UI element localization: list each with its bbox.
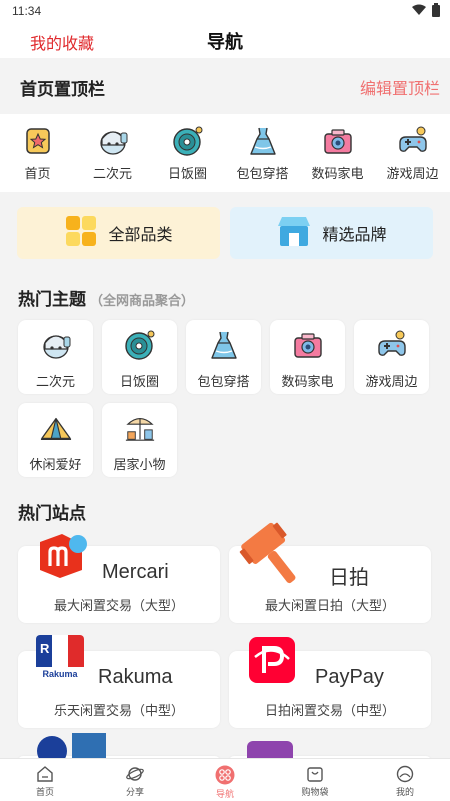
dress-icon	[208, 329, 240, 361]
pinned-item-bags-outfits[interactable]: 包包穿搭	[225, 114, 300, 192]
storefront-icon	[276, 214, 312, 253]
pinned-item-label: 包包穿搭	[236, 166, 289, 181]
pinned-item-label: 日饭圈	[167, 166, 207, 181]
topic-card-label: 游戏周边	[365, 374, 418, 389]
tab-profile[interactable]: 我的	[360, 759, 450, 801]
featured-brands-button[interactable]: 精选品牌	[230, 207, 433, 259]
paypay-logo	[249, 637, 295, 688]
topic-card-games[interactable]: 游戏周边	[354, 320, 429, 394]
topic-card-leisure[interactable]: 休闲爱好	[18, 403, 93, 477]
auction-hammer-logo	[235, 520, 311, 597]
site-desc: 日拍闲置交易（中型）	[264, 703, 395, 718]
home-tab-icon	[37, 766, 53, 782]
status-bar: 11:34	[0, 0, 450, 22]
topic-card-label: 居家小物	[113, 457, 166, 472]
tab-label: 首页	[35, 787, 54, 797]
tab-label: 我的	[395, 787, 414, 797]
status-icons	[412, 3, 440, 17]
site-desc: 最大闲置日拍（大型）	[264, 598, 395, 613]
tab-label: 导航	[215, 789, 234, 799]
record-disc-icon	[124, 329, 156, 361]
nav-grid-icon	[215, 765, 235, 785]
site-desc: 最大闲置交易（大型）	[53, 598, 184, 613]
hot-topics-subtitle: （全网商品聚合）	[90, 293, 195, 308]
pinned-item-games[interactable]: 游戏周边	[375, 114, 450, 192]
site-name: PayPay	[315, 666, 384, 688]
topic-card-digital[interactable]: 数码家电	[270, 320, 345, 394]
pinned-item-digital[interactable]: 数码家电	[300, 114, 375, 192]
tab-label: 购物袋	[301, 787, 329, 797]
topic-card-bags-outfits[interactable]: 包包穿搭	[186, 320, 261, 394]
share-planet-icon	[126, 767, 144, 781]
pinned-item-label: 数码家电	[311, 166, 364, 181]
pinned-section-header: 首页置顶栏 编辑置顶栏	[0, 58, 450, 114]
wifi-icon	[412, 4, 426, 15]
topic-card-label: 二次元	[35, 374, 75, 389]
pinned-item-fan-circle[interactable]: 日饭圈	[150, 114, 225, 192]
category-buttons: 全部品类 精选品牌	[17, 207, 433, 259]
gamepad-icon	[376, 329, 408, 361]
all-categories-label: 全部品类	[108, 227, 173, 244]
hot-sites-title: 热门站点	[18, 504, 86, 523]
site-name: Rakuma	[98, 666, 173, 688]
my-favorites-link[interactable]: 我的收藏	[30, 30, 94, 54]
hot-topics-title-text: 热门主题	[18, 290, 86, 309]
anime-girl-icon	[97, 125, 129, 157]
pinned-section-title: 首页置顶栏	[20, 80, 105, 99]
pinned-item-label: 游戏周边	[386, 166, 439, 181]
site-name: 日拍	[329, 567, 369, 589]
edit-pinned-button[interactable]: 编辑置顶栏	[360, 75, 440, 99]
bottom-tab-bar: 首页 分享 导航 购物袋 我的	[0, 758, 450, 801]
tab-shopping-bag[interactable]: 购物袋	[270, 759, 360, 801]
rakuma-logo-text: Rakuma	[42, 669, 78, 679]
camera-icon	[292, 329, 324, 361]
top-header: 我的收藏 导航	[0, 22, 450, 58]
rakuma-logo: R Rakuma	[36, 635, 84, 685]
shopping-bag-icon	[307, 767, 323, 782]
pinned-item-label: 首页	[24, 166, 51, 181]
topic-card-label: 包包穿搭	[197, 374, 250, 389]
dress-icon	[247, 125, 279, 157]
tab-navigation[interactable]: 导航	[180, 759, 270, 801]
battery-icon	[432, 3, 440, 17]
status-time: 11:34	[12, 4, 42, 18]
site-card-rakuma[interactable]: R Rakuma Rakuma 乐天闲置交易（中型）	[18, 635, 220, 728]
record-disc-icon	[172, 125, 204, 157]
mercari-logo	[36, 532, 88, 585]
profile-icon	[396, 765, 414, 783]
anime-girl-icon	[40, 329, 72, 361]
hot-topics-title: 热门主题 （全网商品聚合）	[18, 285, 194, 310]
grid-blocks-icon	[64, 214, 98, 253]
pinned-item-anime[interactable]: 二次元	[75, 114, 150, 192]
rakuma-logo-letter: R	[40, 641, 50, 656]
site-card-paypay[interactable]: PayPay 日拍闲置交易（中型）	[229, 637, 431, 728]
site-desc: 乐天闲置交易（中型）	[53, 703, 184, 718]
topic-card-label: 休闲爱好	[29, 457, 82, 472]
featured-brands-label: 精选品牌	[322, 227, 387, 244]
pinned-item-label: 二次元	[92, 166, 132, 181]
home-goods-icon	[124, 412, 156, 444]
pinned-bar: 首页 二次元 日饭圈 包包穿搭 数码家电 游戏周边	[0, 114, 450, 192]
site-card-yahoo-auction[interactable]: 日拍 最大闲置日拍（大型）	[229, 522, 431, 623]
tent-icon	[40, 412, 72, 444]
topic-card-fan-circle[interactable]: 日饭圈	[102, 320, 177, 394]
site-name: Mercari	[102, 561, 169, 583]
gamepad-icon	[397, 125, 429, 157]
pinned-item-home[interactable]: 首页	[0, 114, 75, 192]
topic-card-anime[interactable]: 二次元	[18, 320, 93, 394]
topic-card-label: 数码家电	[281, 374, 334, 389]
tab-share[interactable]: 分享	[90, 759, 180, 801]
star-home-icon	[22, 125, 54, 157]
topic-card-label: 日饭圈	[119, 374, 159, 389]
camera-icon	[322, 125, 354, 157]
tab-label: 分享	[125, 787, 144, 797]
tab-home[interactable]: 首页	[0, 759, 90, 801]
site-card-mercari[interactable]: Mercari 最大闲置交易（大型）	[18, 534, 220, 623]
topic-card-home-goods[interactable]: 居家小物	[102, 403, 177, 477]
all-categories-button[interactable]: 全部品类	[17, 207, 220, 259]
